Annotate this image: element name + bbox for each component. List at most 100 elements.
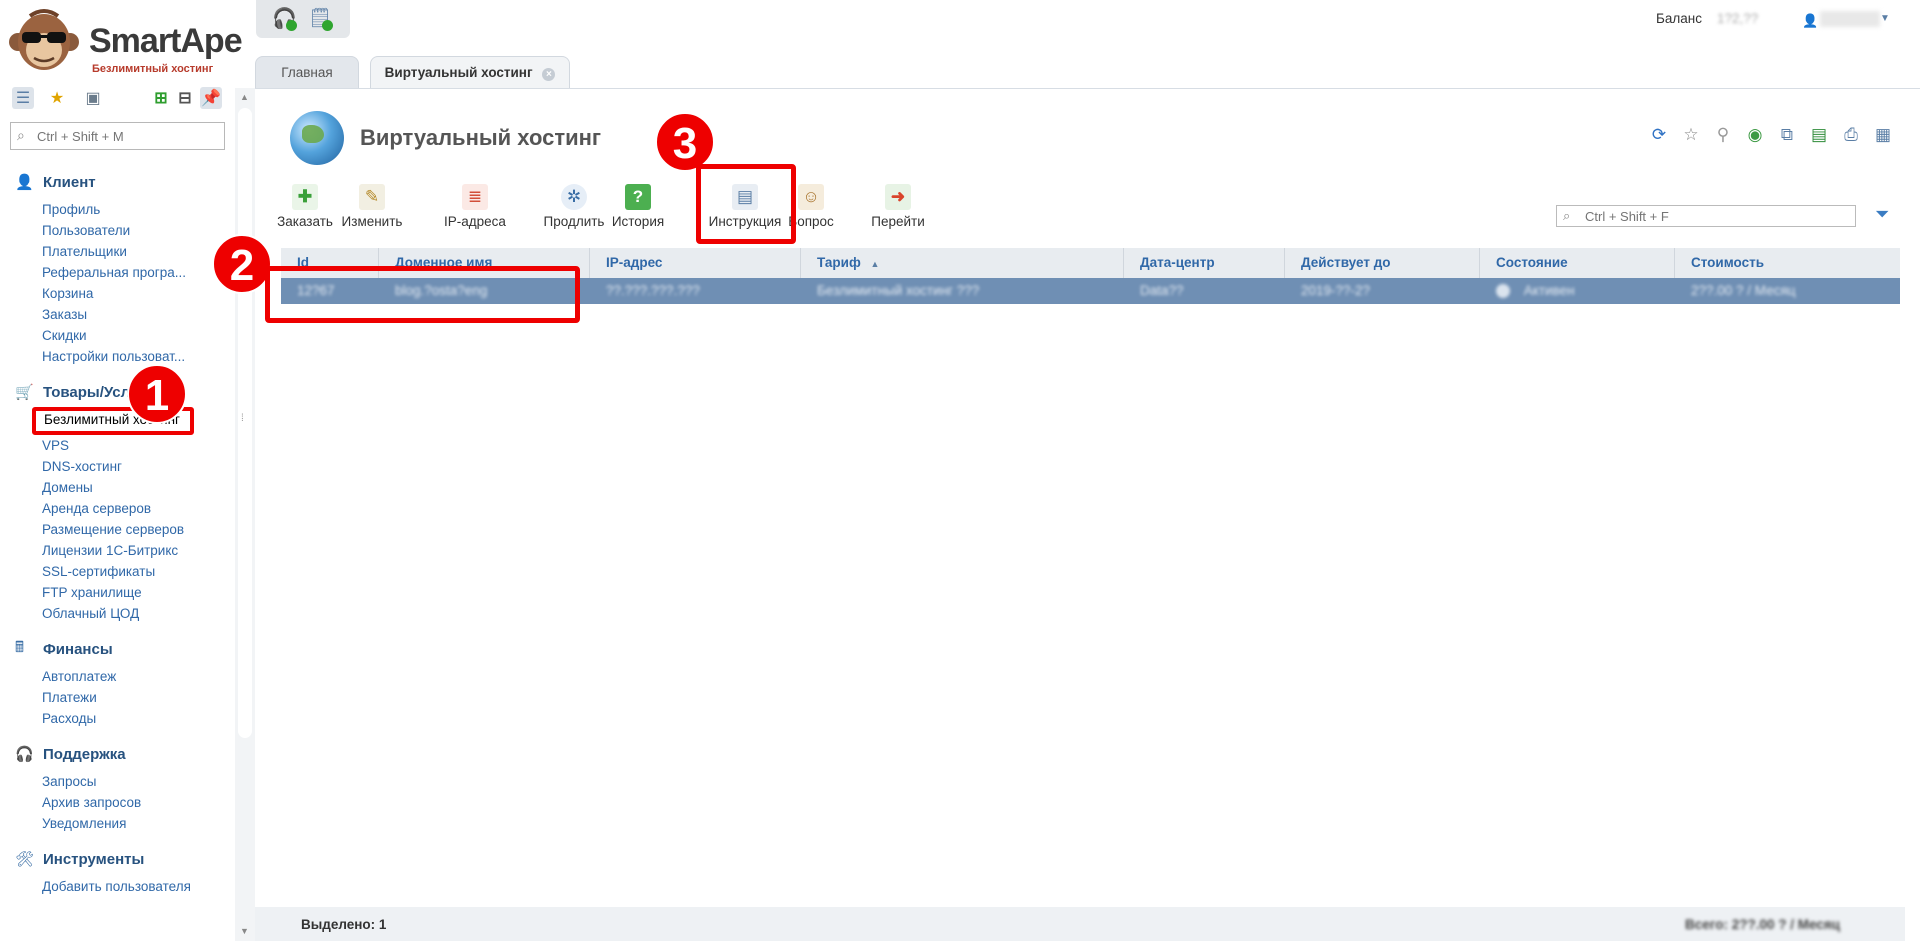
menu-item-add-user[interactable]: Добавить пользователя — [42, 876, 230, 897]
menu-item-orders[interactable]: Заказы — [42, 304, 230, 325]
order-plus-icon: ✚ — [292, 184, 318, 210]
expand-all-icon[interactable]: ⊞ — [150, 87, 172, 109]
menu-item-ftp-storage[interactable]: FTP хранилище — [42, 582, 230, 603]
history-button[interactable]: ? История — [608, 184, 668, 234]
web-icon[interactable]: ◉ — [1744, 124, 1766, 146]
pin-icon[interactable]: ⚲ — [1712, 124, 1734, 146]
brand-name: SmartApe — [89, 22, 243, 60]
scroll-up-arrow-icon[interactable]: ▲ — [240, 92, 249, 102]
menu-item-ticket-archive[interactable]: Архив запросов — [42, 792, 230, 813]
excel-export-icon[interactable]: ▤ — [1808, 124, 1830, 146]
balance-value[interactable]: 1?2,?? — [1717, 11, 1765, 26]
group-title-text: Инструменты — [43, 850, 145, 868]
sidebar-menu: 👤 Клиент Профиль Пользователи Плательщик… — [0, 165, 235, 897]
tools-icon: 🛠 — [15, 851, 35, 868]
cell-valid-until: 2019-??-2? — [1301, 283, 1371, 298]
menu-item-bitrix-licenses[interactable]: Лицензии 1С-Битрикс — [42, 540, 230, 561]
collapse-all-icon[interactable]: ⊟ — [174, 87, 196, 109]
account-menu[interactable]: 👤 ▼ — [1802, 11, 1902, 31]
close-tab-icon[interactable]: × — [542, 68, 556, 81]
table-search-input[interactable] — [1585, 207, 1845, 225]
menu-group-title[interactable]: 👤 Клиент — [0, 171, 235, 193]
menu-item-vps[interactable]: VPS — [42, 435, 230, 456]
column-header-label: Тариф — [817, 255, 861, 270]
menu-item-payers[interactable]: Плательщики — [42, 241, 230, 262]
column-header-datacenter[interactable]: Дата-центр — [1124, 248, 1285, 278]
user-avatar-icon: 👤 — [1802, 13, 1819, 28]
status-active-icon — [1496, 284, 1510, 299]
globe-icon — [290, 111, 344, 165]
menu-item-profile[interactable]: Профиль — [42, 199, 230, 220]
action-label: Перейти — [871, 214, 925, 229]
tab-main[interactable]: Главная — [255, 56, 359, 90]
menu-item-dns-hosting[interactable]: DNS-хостинг — [42, 456, 230, 477]
menu-item-user-settings[interactable]: Настройки пользоват... — [42, 346, 230, 367]
menu-item-colocation[interactable]: Размещение серверов — [42, 519, 230, 540]
menu-item-domains[interactable]: Домены — [42, 477, 230, 498]
group-title-text: Товары/Усл — [43, 383, 131, 401]
total-cost: Всего: 2??.00 ? / Месяц — [1685, 917, 1840, 932]
menu-group-title[interactable]: 🛒 Товары/Усл — [0, 381, 235, 403]
cell-datacenter: Data?? — [1140, 283, 1184, 298]
tree-view-icon[interactable]: ☰ — [12, 87, 34, 109]
logo[interactable]: SmartApe Безлимитный хостинг — [6, 6, 243, 82]
splitter-grip-icon[interactable]: ⁞ — [241, 413, 244, 424]
action-label: Изменить — [341, 214, 403, 229]
search-icon: ⌕ — [1563, 208, 1571, 223]
column-header-status[interactable]: Состояние — [1480, 248, 1675, 278]
sort-asc-icon: ▲ — [870, 259, 880, 269]
group-title-text: Поддержка — [43, 745, 126, 763]
briefcase-icon[interactable]: ▣ — [82, 87, 104, 109]
column-header-tariff[interactable]: Тариф ▲ — [801, 248, 1124, 278]
tab-virtual-hosting[interactable]: Виртуальный хостинг × — [370, 56, 570, 90]
cell-ip: ??.???.???.??? — [606, 283, 700, 298]
annotation-badge-2: 2 — [212, 234, 272, 294]
menu-item-discounts[interactable]: Скидки — [42, 325, 230, 346]
menu-item-autopay[interactable]: Автоплатеж — [42, 666, 230, 687]
favorite-star-icon[interactable]: ☆ — [1680, 124, 1702, 146]
goto-button[interactable]: ➜ Перейти — [865, 184, 931, 234]
search-icon: ⌕ — [17, 127, 25, 143]
quick-status-panel: 🎧 🗒 — [256, 0, 350, 38]
menu-group-title[interactable]: 🎧 Поддержка — [0, 743, 235, 765]
table-settings-icon[interactable]: ▦ — [1872, 124, 1894, 146]
cart-icon: 🛒 — [15, 384, 34, 401]
table-search[interactable]: ⌕ — [1556, 205, 1856, 227]
favorites-star-icon[interactable]: ★ — [46, 87, 68, 109]
order-button[interactable]: ✚ Заказать — [275, 184, 335, 234]
sidebar-search[interactable]: ⌕ — [10, 122, 225, 150]
scroll-down-arrow-icon[interactable]: ▼ — [240, 926, 249, 936]
menu-item-cloud-dc[interactable]: Облачный ЦОД — [42, 603, 230, 624]
column-header-cost[interactable]: Стоимость — [1675, 248, 1900, 278]
menu-group-products: 🛒 Товары/Усл Безлимитный хостинг VPS DNS… — [0, 381, 235, 624]
refresh-icon[interactable]: ⟳ — [1648, 124, 1670, 146]
menu-item-expenses[interactable]: Расходы — [42, 708, 230, 729]
sidebar: SmartApe Безлимитный хостинг ☰ ★ ▣ ⊞ ⊟ 📌… — [0, 0, 243, 941]
menu-group-tools: 🛠 Инструменты Добавить пользователя — [0, 848, 235, 897]
menu-item-referral[interactable]: Реферальная програ... — [42, 262, 230, 283]
cash-register-icon: 🖩 — [15, 638, 25, 656]
edit-button[interactable]: ✎ Изменить — [336, 184, 408, 234]
menu-item-notifications[interactable]: Уведомления — [42, 813, 230, 834]
menu-item-payments[interactable]: Платежи — [42, 687, 230, 708]
menu-group-title[interactable]: 🖩 Финансы — [0, 638, 235, 660]
ip-addresses-button[interactable]: ≣ IP-адреса — [440, 184, 510, 234]
menu-item-server-rent[interactable]: Аренда серверов — [42, 498, 230, 519]
menu-item-ssl[interactable]: SSL-сертификаты — [42, 561, 230, 582]
sidebar-splitter[interactable]: ⁞ ▲ ▼ — [235, 88, 255, 941]
menu-item-cart[interactable]: Корзина — [42, 283, 230, 304]
menu-item-users[interactable]: Пользователи — [42, 220, 230, 241]
sidebar-search-input[interactable] — [37, 126, 217, 146]
cell-cost: 2??.00 ? / Месяц — [1691, 283, 1796, 298]
renew-button[interactable]: ✲ Продлить — [541, 184, 607, 234]
main-content: Виртуальный хостинг ⟳ ☆ ⚲ ◉ ⧉ ▤ ⎙ ▦ ✚ За… — [255, 88, 1920, 941]
column-header-valid-until[interactable]: Действует до — [1285, 248, 1480, 278]
brand-tagline: Безлимитный хостинг — [92, 63, 214, 75]
menu-item-tickets[interactable]: Запросы — [42, 771, 230, 792]
menu-group-title[interactable]: 🛠 Инструменты — [0, 848, 235, 870]
column-header-ip[interactable]: IP-адрес — [590, 248, 801, 278]
copy-icon[interactable]: ⧉ — [1776, 124, 1798, 146]
print-icon[interactable]: ⎙ — [1840, 124, 1862, 146]
pin-icon[interactable]: 📌 — [200, 87, 222, 109]
filter-icon[interactable]: ⏷ — [1875, 204, 1889, 225]
